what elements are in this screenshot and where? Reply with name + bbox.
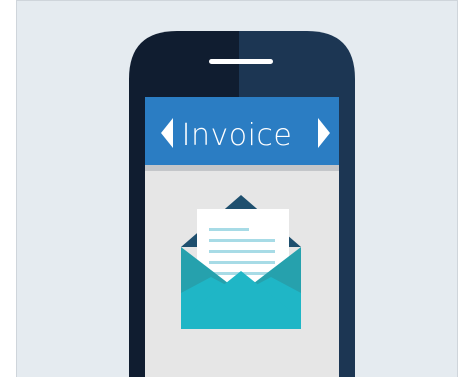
screen-title: Invoice <box>181 117 293 153</box>
speaker-slot <box>209 59 273 64</box>
illustration-frame: Invoice <box>16 0 458 377</box>
phone-illustration <box>129 31 355 377</box>
envelope-icon <box>181 195 301 329</box>
